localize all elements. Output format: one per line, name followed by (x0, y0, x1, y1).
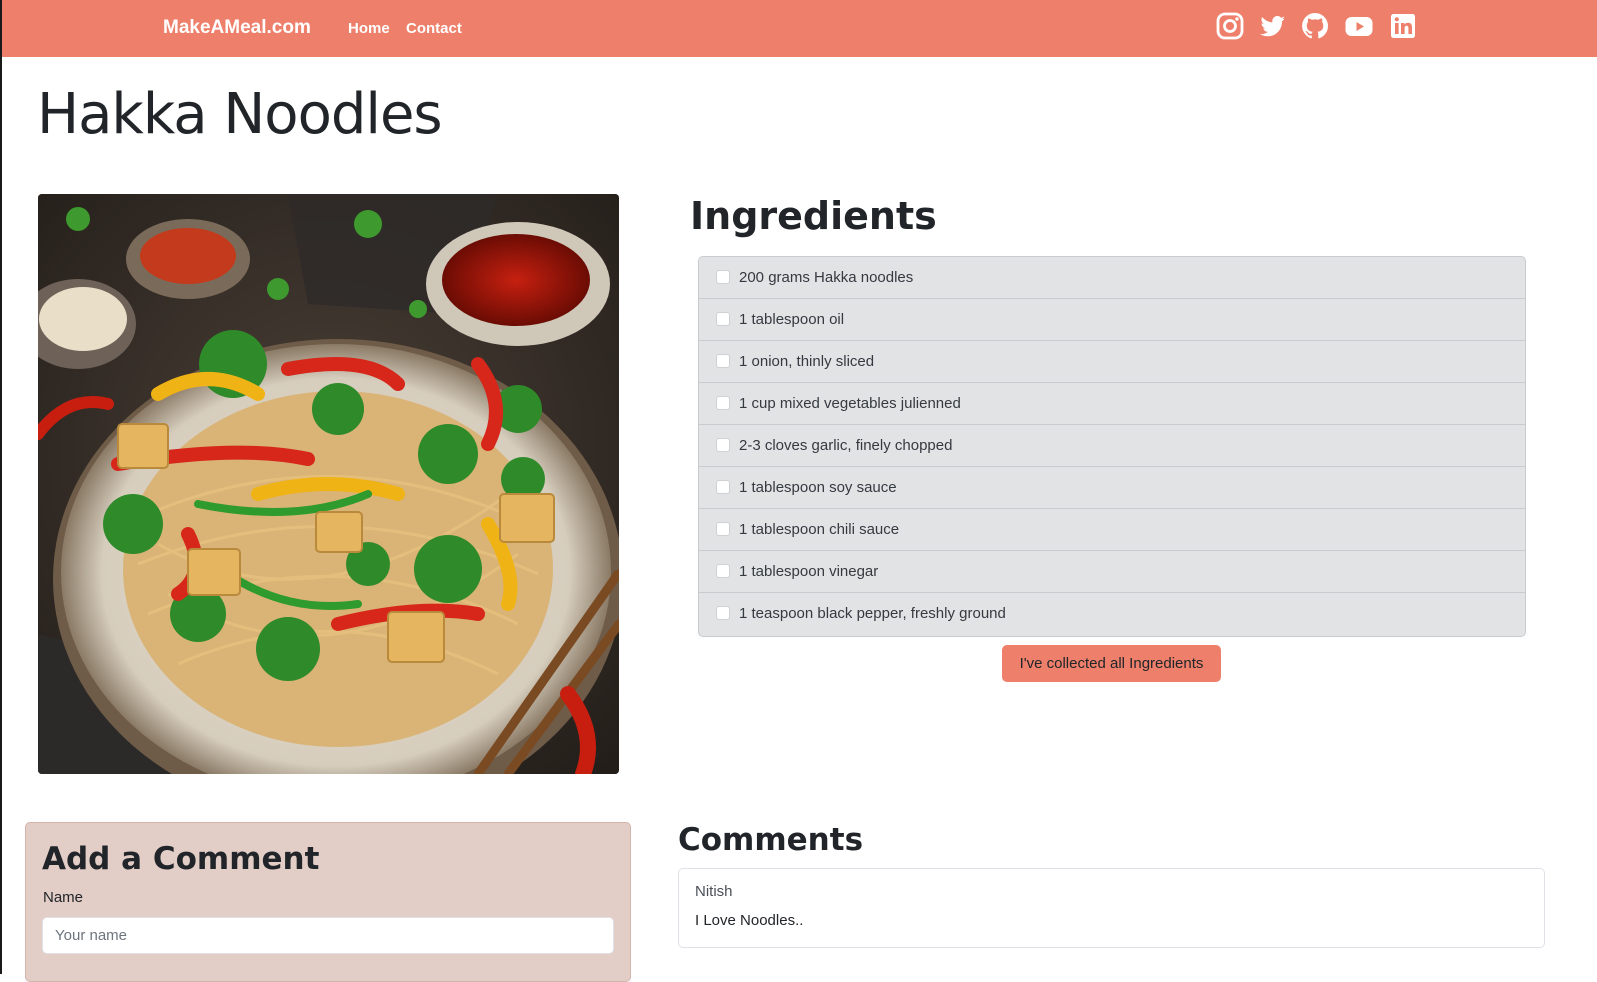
ingredient-label: 1 tablespoon soy sauce (739, 479, 897, 496)
linkedin-icon[interactable] (1388, 11, 1418, 41)
ingredients-list: 200 grams Hakka noodles 1 tablespoon oil… (698, 256, 1526, 637)
nav-link-contact[interactable]: Contact (406, 20, 462, 37)
brand-link[interactable]: MakeAMeal.com (163, 17, 311, 39)
ingredient-checkbox[interactable] (716, 564, 730, 578)
ingredient-item[interactable]: 1 tablespoon soy sauce (699, 467, 1525, 509)
ingredient-item[interactable]: 1 cup mixed vegetables julienned (699, 383, 1525, 425)
name-label: Name (43, 889, 84, 906)
ingredient-checkbox[interactable] (716, 396, 730, 410)
add-comment-form: Add a Comment Name (25, 822, 631, 982)
ingredient-checkbox[interactable] (716, 270, 730, 284)
ingredient-label: 1 onion, thinly sliced (739, 353, 875, 370)
ingredient-checkbox[interactable] (716, 606, 730, 620)
ingredient-item[interactable]: 200 grams Hakka noodles (699, 257, 1525, 299)
ingredient-item[interactable]: 1 tablespoon oil (699, 299, 1525, 341)
window-edge (0, 0, 2, 974)
collected-ingredients-button[interactable]: I've collected all Ingredients (1002, 645, 1221, 682)
ingredient-item[interactable]: 1 onion, thinly sliced (699, 341, 1525, 383)
ingredient-checkbox[interactable] (716, 438, 730, 452)
ingredient-item[interactable]: 1 tablespoon vinegar (699, 551, 1525, 593)
ingredient-label: 1 tablespoon oil (739, 311, 845, 328)
ingredient-item[interactable]: 2-3 cloves garlic, finely chopped (699, 425, 1525, 467)
ingredient-item[interactable]: 1 teaspoon black pepper, freshly ground (699, 593, 1525, 635)
comment-card: Nitish I Love Noodles.. (678, 868, 1545, 948)
recipe-photo (38, 194, 619, 774)
ingredient-checkbox[interactable] (716, 522, 730, 536)
github-icon[interactable] (1300, 11, 1330, 41)
youtube-icon[interactable] (1344, 11, 1374, 41)
page-title: Hakka Noodles (37, 82, 443, 147)
comment-author: Nitish (695, 883, 733, 900)
navbar: MakeAMeal.com Home Contact (2, 0, 1597, 57)
name-input[interactable] (42, 917, 614, 954)
ingredient-label: 200 grams Hakka noodles (739, 269, 914, 286)
ingredients-title: Ingredients (690, 194, 937, 238)
ingredient-checkbox[interactable] (716, 312, 730, 326)
ingredient-checkbox[interactable] (716, 480, 730, 494)
ingredient-label: 1 teaspoon black pepper, freshly ground (739, 605, 1006, 622)
comment-text: I Love Noodles.. (695, 912, 804, 929)
ingredient-item[interactable]: 1 tablespoon chili sauce (699, 509, 1525, 551)
comments-title: Comments (678, 822, 864, 858)
ingredient-label: 1 tablespoon vinegar (739, 563, 879, 580)
ingredient-label: 1 tablespoon chili sauce (739, 521, 900, 538)
add-comment-title: Add a Comment (42, 841, 320, 877)
instagram-icon[interactable] (1215, 11, 1245, 41)
ingredient-label: 2-3 cloves garlic, finely chopped (739, 437, 953, 454)
ingredient-label: 1 cup mixed vegetables julienned (739, 395, 961, 412)
ingredient-checkbox[interactable] (716, 354, 730, 368)
twitter-icon[interactable] (1257, 11, 1287, 41)
nav-link-home[interactable]: Home (348, 20, 390, 37)
